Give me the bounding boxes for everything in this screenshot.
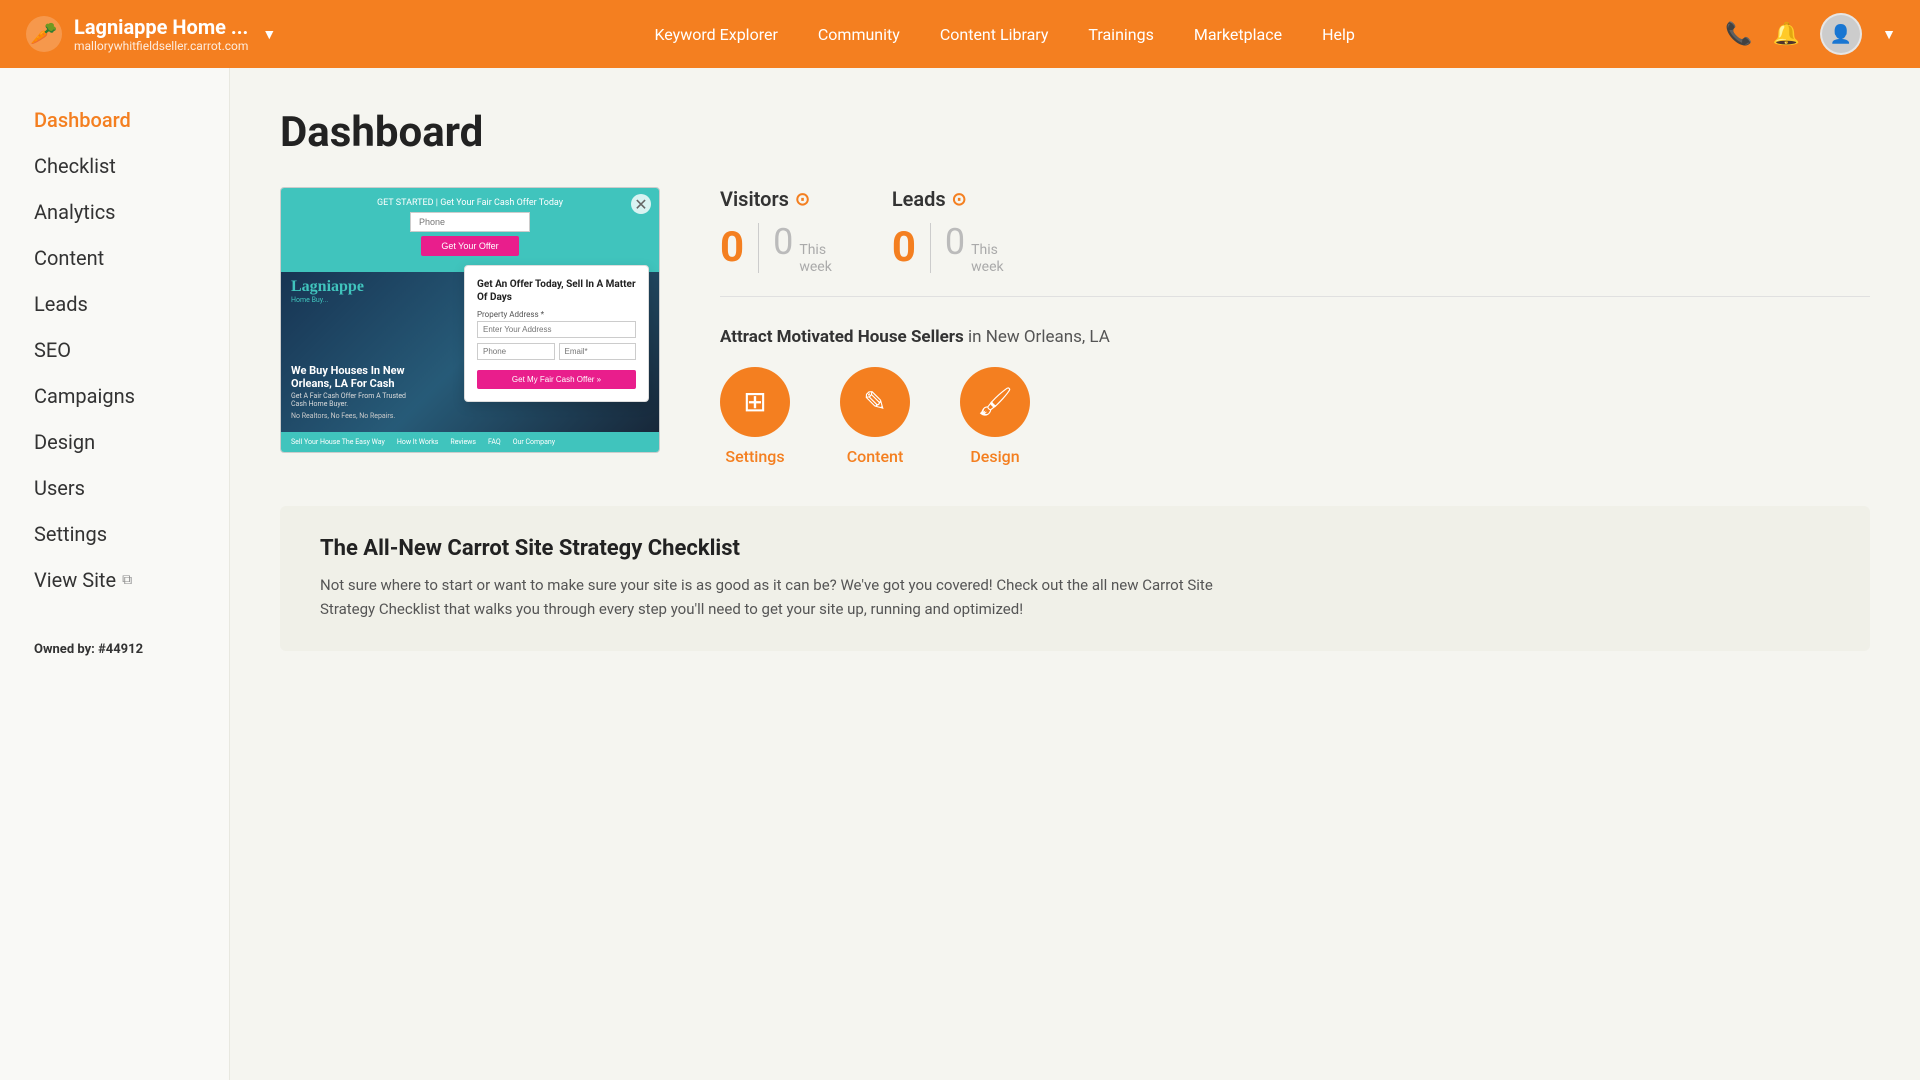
- attract-content-label: Content: [847, 447, 904, 466]
- sidebar-item-settings[interactable]: Settings: [20, 512, 209, 556]
- preview-hero: Lagniappe Home Buy... 504-555-5555 GET Y…: [281, 272, 659, 432]
- visitors-count: 0: [720, 227, 744, 269]
- preview-hero-content: We Buy Houses In NewOrleans, LA For Cash…: [291, 364, 406, 420]
- preview-modal: Get An Offer Today, Sell In A Matter Of …: [464, 265, 649, 402]
- sidebar-item-content[interactable]: Content: [20, 236, 209, 280]
- visitors-arrow-icon[interactable]: ⊙: [795, 189, 810, 210]
- leads-divider: [930, 223, 931, 273]
- leads-arrow-icon[interactable]: ⊙: [952, 189, 967, 210]
- preview-modal-address-input[interactable]: [477, 321, 636, 338]
- sidebar-item-campaigns[interactable]: Campaigns: [20, 374, 209, 418]
- stats-section: Visitors ⊙ 0 0 Thisweek: [720, 187, 1870, 466]
- sidebar-item-analytics[interactable]: Analytics: [20, 190, 209, 234]
- leads-label: Leads: [892, 187, 946, 211]
- preview-logo-sub: Home Buy...: [291, 296, 364, 304]
- settings-circle-icon: ⊞: [720, 367, 790, 437]
- stats-row: Visitors ⊙ 0 0 Thisweek: [720, 187, 1870, 297]
- dashboard-top-section: GET STARTED | Get Your Fair Cash Offer T…: [280, 187, 1870, 466]
- leads-this-week-label: Thisweek: [971, 242, 1003, 276]
- checklist-title: The All-New Carrot Site Strategy Checkli…: [320, 536, 1830, 561]
- design-circle-icon: 🖌: [960, 367, 1030, 437]
- sidebar-item-design[interactable]: Design: [20, 420, 209, 464]
- nav-trainings[interactable]: Trainings: [1088, 25, 1153, 44]
- nav-keyword-explorer[interactable]: Keyword Explorer: [654, 25, 777, 44]
- nav-help[interactable]: Help: [1322, 25, 1355, 44]
- user-avatar[interactable]: 👤: [1820, 13, 1862, 55]
- preview-footer: Sell Your House The Easy Way How It Work…: [281, 432, 659, 452]
- preview-modal-submit-button[interactable]: Get My Fair Cash Offer »: [477, 370, 636, 389]
- checklist-description: Not sure where to start or want to make …: [320, 573, 1220, 621]
- attract-item-design[interactable]: 🖌 Design: [960, 367, 1030, 466]
- attract-item-content[interactable]: ✎ Content: [840, 367, 910, 466]
- preview-modal-phone-input[interactable]: [477, 343, 555, 360]
- sidebar-item-checklist[interactable]: Checklist: [20, 144, 209, 188]
- preview-top-bar: GET STARTED | Get Your Fair Cash Offer T…: [281, 188, 659, 272]
- visitors-divider: [758, 223, 759, 273]
- preview-hero-headline: We Buy Houses In NewOrleans, LA For Cash: [291, 364, 406, 390]
- leads-stat: Leads ⊙ 0 0 Thisweek: [892, 187, 1004, 276]
- carrot-logo-icon: 🥕: [24, 14, 64, 54]
- preview-get-offer-button[interactable]: Get Your Offer: [421, 236, 518, 256]
- sidebar-item-seo[interactable]: SEO: [20, 328, 209, 372]
- sidebar: Dashboard Checklist Analytics Content Le…: [0, 68, 230, 1080]
- view-site-label: View Site: [34, 568, 116, 592]
- content-circle-icon: ✎: [840, 367, 910, 437]
- preview-hero-subtext: Get A Fair Cash Offer From A TrustedCash…: [291, 392, 406, 408]
- logo-title: Lagniappe Home ...: [74, 15, 248, 39]
- nav-content-library[interactable]: Content Library: [940, 25, 1049, 44]
- owned-by: Owned by: #44912: [20, 632, 209, 667]
- preview-logo: Lagniappe: [291, 278, 364, 296]
- leads-this-week-count: 0: [945, 221, 965, 263]
- page-title: Dashboard: [280, 108, 1870, 157]
- attract-icons: ⊞ Settings ✎ Content 🖌 Design: [720, 367, 1870, 466]
- notification-bell-icon[interactable]: 🔔: [1773, 22, 1800, 47]
- preview-modal-title: Get An Offer Today, Sell In A Matter Of …: [477, 278, 636, 304]
- attract-item-settings[interactable]: ⊞ Settings: [720, 367, 790, 466]
- attract-title: Attract Motivated House Sellers in New O…: [720, 327, 1870, 347]
- main-content: Dashboard GET STARTED | Get Your Fair Ca…: [230, 68, 1920, 1080]
- phone-icon[interactable]: 📞: [1725, 22, 1752, 47]
- header: 🥕 Lagniappe Home ... mallorywhitfieldsel…: [0, 0, 1920, 68]
- preview-hero-note: No Realtors, No Fees, No Repairs.: [291, 412, 406, 420]
- sidebar-item-view-site[interactable]: View Site ⧉: [20, 558, 209, 602]
- logo-dropdown-arrow[interactable]: ▼: [262, 26, 276, 43]
- leads-count: 0: [892, 227, 916, 269]
- sidebar-item-leads[interactable]: Leads: [20, 282, 209, 326]
- preview-phone-input[interactable]: [410, 212, 530, 232]
- logo-subtitle: mallorywhitfieldseller.carrot.com: [74, 39, 248, 53]
- preview-close-button[interactable]: ✕: [631, 194, 651, 214]
- nav-community[interactable]: Community: [818, 25, 900, 44]
- attract-settings-label: Settings: [725, 447, 784, 466]
- logo[interactable]: 🥕 Lagniappe Home ... mallorywhitfieldsel…: [24, 14, 284, 54]
- attract-design-label: Design: [970, 447, 1019, 466]
- visitors-label: Visitors: [720, 187, 789, 211]
- visitors-stat: Visitors ⊙ 0 0 Thisweek: [720, 187, 832, 276]
- page-layout: Dashboard Checklist Analytics Content Le…: [0, 0, 1920, 1080]
- visitors-this-week-count: 0: [773, 221, 793, 263]
- user-dropdown-arrow[interactable]: ▼: [1882, 26, 1896, 43]
- header-actions: 📞 🔔 👤 ▼: [1725, 13, 1896, 55]
- nav-marketplace[interactable]: Marketplace: [1194, 25, 1282, 44]
- external-link-icon: ⧉: [122, 572, 132, 588]
- svg-text:🥕: 🥕: [30, 21, 57, 47]
- preview-modal-email-input[interactable]: [559, 343, 637, 360]
- sidebar-item-users[interactable]: Users: [20, 466, 209, 510]
- site-preview[interactable]: GET STARTED | Get Your Fair Cash Offer T…: [280, 187, 660, 453]
- attract-section: Attract Motivated House Sellers in New O…: [720, 327, 1870, 466]
- sidebar-item-dashboard[interactable]: Dashboard: [20, 98, 209, 142]
- preview-modal-address-label: Property Address *: [477, 310, 636, 319]
- main-nav: Keyword Explorer Community Content Libra…: [284, 25, 1725, 44]
- visitors-this-week-label: Thisweek: [799, 242, 831, 276]
- checklist-section: The All-New Carrot Site Strategy Checkli…: [280, 506, 1870, 651]
